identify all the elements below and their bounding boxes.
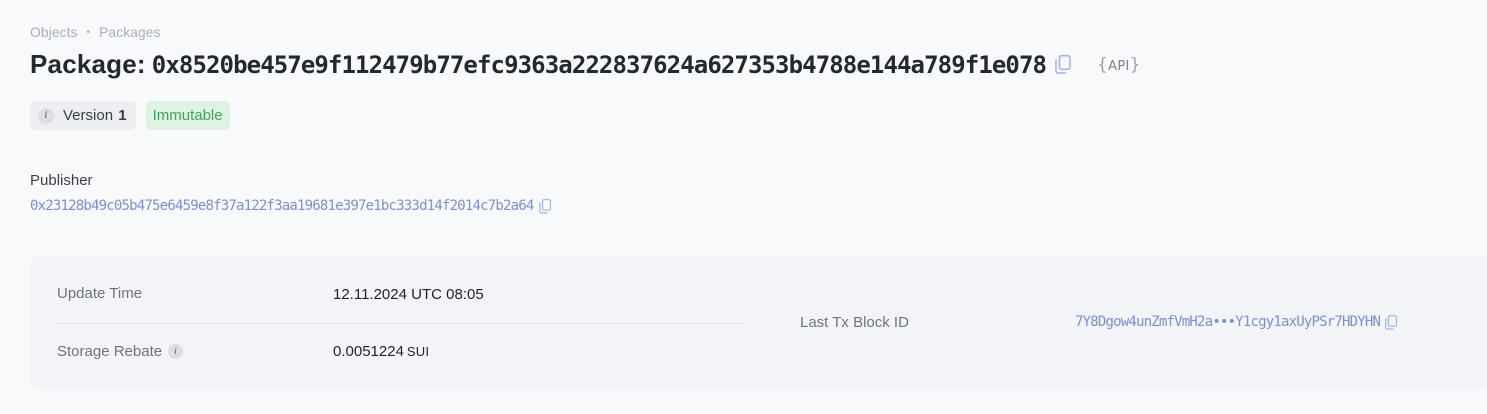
version-label: Version — [63, 107, 114, 124]
api-link[interactable]: {API} — [1097, 55, 1141, 75]
breadcrumb-packages[interactable]: Packages — [99, 24, 160, 40]
package-details-panel: Update Time 12.11.2024 UTC 08:05 Storage… — [30, 256, 1487, 390]
last-tx-label: Last Tx Block ID — [800, 314, 909, 331]
status-badge: Immutable — [145, 101, 230, 130]
breadcrumb-objects[interactable]: Objects — [30, 24, 77, 40]
version-badge: i Version 1 — [30, 101, 136, 130]
row-divider — [56, 323, 746, 324]
storage-rebate-label-text: Storage Rebate — [57, 343, 163, 360]
update-time-label-text: Update Time — [57, 285, 143, 302]
last-tx-label-text: Last Tx Block ID — [800, 314, 909, 331]
copy-icon — [1385, 314, 1398, 330]
info-icon[interactable]: i — [168, 344, 184, 359]
last-tx-row: 7Y8Dgow4unZmfVmH2a•••Y1cgy1axUyPSr7HDYHN — [1075, 314, 1398, 330]
update-time-label: Update Time — [57, 285, 142, 302]
copy-tx-block-button[interactable] — [1385, 314, 1398, 330]
package-page: Objects • Packages Package: 0x8520be457e… — [0, 0, 1487, 414]
storage-rebate-label: Storage Rebate i — [57, 343, 184, 360]
breadcrumb: Objects • Packages — [30, 24, 160, 40]
storage-rebate-amount: 0.0051224 — [333, 343, 404, 360]
update-time-value: 12.11.2024 UTC 08:05 — [333, 286, 484, 303]
last-tx-block-link[interactable]: 7Y8Dgow4unZmfVmH2a•••Y1cgy1axUyPSr7HDYHN — [1075, 314, 1381, 330]
storage-rebate-unit: SUI — [406, 344, 430, 359]
publisher-row: 0x23128b49c05b475e6459e8f37a122f3aa19681… — [30, 198, 551, 214]
page-title: Package: 0x8520be457e9f112479b77efc9363a… — [30, 49, 1141, 80]
info-icon[interactable]: i — [38, 107, 54, 124]
storage-rebate-value: 0.0051224 SUI — [333, 343, 429, 360]
package-id: 0x8520be457e9f112479b77efc9363a222837624… — [151, 50, 1047, 79]
publisher-label: Publisher — [30, 172, 93, 189]
copy-publisher-button[interactable] — [538, 198, 551, 214]
publisher-address-link[interactable]: 0x23128b49c05b475e6459e8f37a122f3aa19681… — [30, 198, 534, 214]
version-number: 1 — [118, 107, 127, 124]
breadcrumb-separator: • — [86, 26, 90, 38]
copy-package-id-button[interactable] — [1055, 55, 1071, 74]
package-badges: i Version 1 Immutable — [30, 101, 230, 130]
copy-icon — [1055, 55, 1071, 74]
api-link-label: API — [1108, 58, 1130, 74]
page-title-prefix: Package: — [30, 49, 146, 79]
copy-icon — [538, 198, 551, 214]
